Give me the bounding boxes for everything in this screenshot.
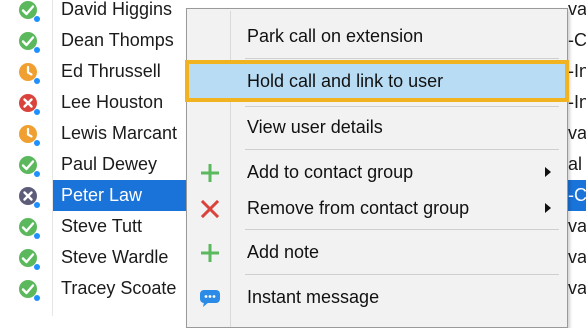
contact-name: Steve Tutt: [61, 216, 143, 236]
contact-name: Dean Thomps: [61, 30, 174, 50]
x-icon: [199, 198, 221, 220]
status-available-icon: [18, 155, 40, 177]
context-menu: Park call on extension Hold call and lin…: [185, 8, 569, 328]
contact-name: Lee Houston: [61, 92, 164, 112]
contact-row[interactable]: Steve Tutt: [0, 211, 200, 242]
plus-icon: [199, 242, 221, 264]
menu-item-label: Hold call and link to user: [247, 71, 444, 91]
plus-icon: [199, 162, 221, 184]
contact-detail-text: -C: [568, 180, 586, 211]
status-available-icon: [18, 0, 40, 22]
contact-list: David Higgins Dean Thomps Ed Thrussell Lee …: [0, 0, 200, 316]
menu-item-label: View user details: [247, 117, 383, 137]
menu-separator: [245, 229, 559, 230]
menu-item-hold-call-link-user[interactable]: Hold call and link to user: [185, 60, 569, 102]
submenu-arrow-icon: [545, 167, 551, 177]
status-available-icon: [18, 31, 40, 53]
submenu-arrow-icon: [545, 203, 551, 213]
status-available-icon: [18, 217, 40, 239]
menu-item-label: Remove from contact group: [247, 198, 470, 218]
contact-name: David Higgins: [61, 0, 173, 19]
chat-bubble-icon: [199, 287, 221, 309]
contact-detail-text: va: [568, 123, 586, 143]
status-available-icon: [18, 248, 40, 270]
menu-item-remove-from-contact-group[interactable]: Remove from contact group: [189, 191, 565, 225]
status-away-icon: [18, 124, 40, 146]
contact-name: Paul Dewey: [61, 154, 158, 174]
contact-row[interactable]: Steve Wardle: [0, 242, 200, 273]
menu-separator: [245, 58, 559, 59]
menu-item-label: Instant message: [247, 287, 380, 307]
status-away-icon: [18, 62, 40, 84]
menu-item-add-note[interactable]: Add note: [189, 235, 565, 269]
right-column-text: va -C -In -In va al -C va va va: [568, 0, 586, 316]
menu-item-add-to-contact-group[interactable]: Add to contact group: [189, 155, 565, 189]
contact-name: Ed Thrussell: [61, 61, 161, 81]
contact-row[interactable]: David Higgins: [0, 0, 200, 25]
contact-name: Steve Wardle: [61, 247, 169, 267]
contact-row[interactable]: Paul Dewey: [0, 149, 200, 180]
contact-detail-text: va: [568, 247, 586, 267]
menu-separator: [245, 274, 559, 275]
menu-separator: [245, 149, 559, 150]
contact-detail-text: -In: [568, 61, 586, 81]
contact-row[interactable]: Lewis Marcant: [0, 118, 200, 149]
contact-row[interactable]: Ed Thrussell: [0, 56, 200, 87]
menu-item-label: Add note: [247, 242, 320, 262]
contact-detail-text: va: [568, 278, 586, 298]
contact-detail-text: al: [568, 154, 583, 174]
menu-item-label: Add to contact group: [247, 162, 414, 182]
menu-item-instant-message[interactable]: Instant message: [189, 280, 565, 314]
contact-detail-text: -C: [568, 30, 586, 50]
menu-item-view-user-details[interactable]: View user details: [189, 110, 565, 144]
contact-name: Tracey Scoate: [61, 278, 177, 298]
contact-detail-text: va: [568, 216, 586, 236]
status-busy-icon: [18, 93, 40, 115]
menu-item-park-call[interactable]: Park call on extension: [189, 19, 565, 53]
contact-row[interactable]: Tracey Scoate: [0, 273, 200, 304]
contact-name: Peter Law: [53, 180, 193, 211]
contact-row[interactable]: Peter Law: [0, 180, 200, 211]
contact-detail-text: va: [568, 0, 586, 19]
contact-row[interactable]: Dean Thomps: [0, 25, 200, 56]
status-offline-icon: [18, 186, 40, 208]
contact-row[interactable]: Lee Houston: [0, 87, 200, 118]
menu-separator: [245, 106, 559, 107]
contact-name: Lewis Marcant: [61, 123, 178, 143]
status-available-icon: [18, 279, 40, 301]
contact-detail-text: -In: [568, 92, 586, 112]
menu-item-label: Park call on extension: [247, 26, 424, 46]
